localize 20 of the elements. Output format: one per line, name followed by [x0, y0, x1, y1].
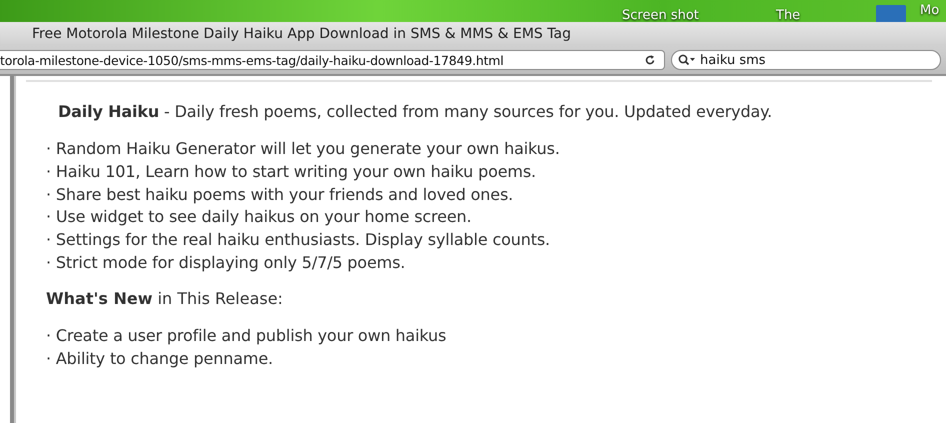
address-text: torola-milestone-device-1050/sms-mms-ems-tag/daily-haiku-download-17849.html: [0, 52, 504, 68]
list-item: · Random Haiku Generator will let you generate your own haikus.: [46, 138, 561, 160]
search-field[interactable]: haiku sms: [671, 50, 941, 70]
desktop-icon-label[interactable]: The: [776, 9, 800, 22]
desktop-icon-label[interactable]: Screen shot: [622, 9, 699, 22]
list-item: · Use widget to see daily haikus on your home screen.: [46, 206, 472, 228]
list-item: · Settings for the real haiku enthusiasts. Display syllable counts.: [46, 229, 551, 252]
list-item: · Create a user profile and publish your own haikus: [46, 324, 448, 347]
list-item: · Ability to change penname.: [46, 348, 274, 370]
reload-icon[interactable]: [644, 54, 656, 66]
list-item: · Strict mode for displaying only 5/7/5 poems.: [46, 252, 406, 274]
address-field[interactable]: torola-milestone-device-1050/sms-mms-ems-tag/daily-haiku-download-17849.html: [0, 50, 665, 70]
search-icon: [678, 54, 696, 66]
search-text: haiku sms: [700, 52, 766, 68]
window-title: Free Motorola Milestone Daily Haiku App Download in SMS & MMS & EMS Tag: [32, 26, 571, 42]
section-heading: What's New in This Release:: [46, 288, 284, 308]
intro-text: Daily Haiku - Daily fresh poems, collected from many sources for you. Updated everyday.: [58, 102, 774, 121]
list-item: · Share best haiku poems with your friends and loved ones.: [46, 184, 514, 206]
list-item: · Haiku 101, Learn how to start writing your own haiku poems.: [46, 160, 537, 183]
desktop-icon-label[interactable]: Mo: [920, 4, 940, 18]
